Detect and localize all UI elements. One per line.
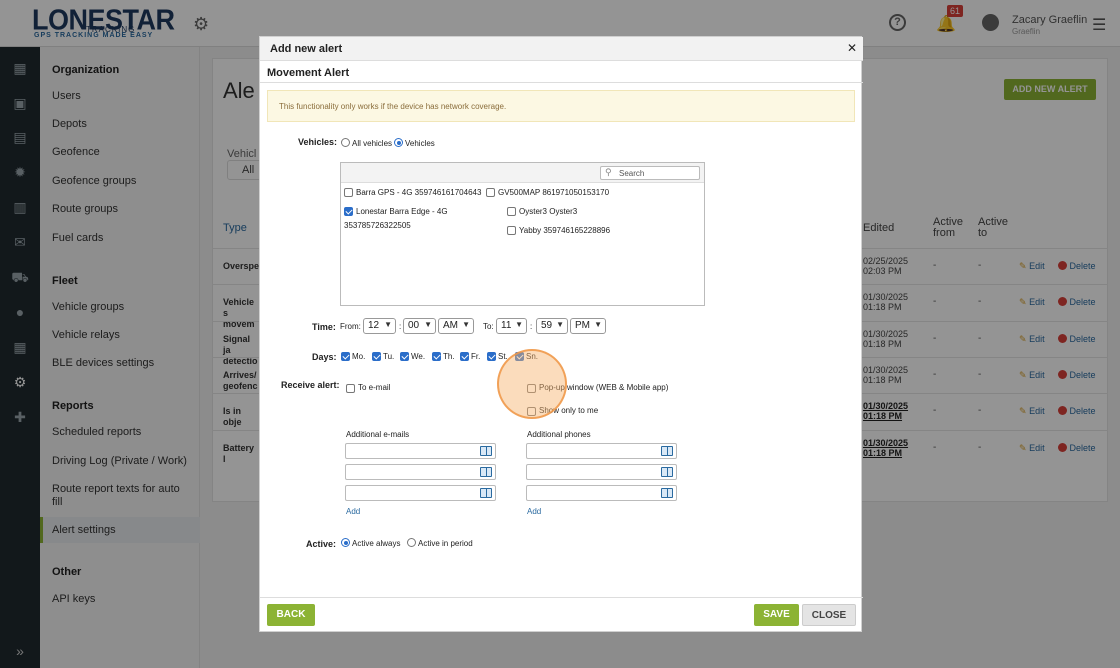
from-hour-select[interactable]: 12 ▼ xyxy=(363,318,396,334)
active-always-label[interactable]: Active always xyxy=(352,539,400,549)
search-placeholder: Search xyxy=(619,169,645,178)
to-minute-value: 59 xyxy=(541,320,553,331)
days-label: Days: xyxy=(312,352,337,362)
vehicle-checkbox-gv500map[interactable] xyxy=(486,188,495,197)
chevron-down-icon: ▼ xyxy=(515,320,523,329)
time-colon: : xyxy=(530,322,533,331)
chevron-down-icon: ▼ xyxy=(462,320,470,329)
day-checkbox-st[interactable] xyxy=(487,352,496,361)
vehicle-checkbox-yabby[interactable] xyxy=(507,226,516,235)
day-label-mo[interactable]: Mo. xyxy=(352,352,365,362)
click-indicator xyxy=(497,349,567,419)
chevron-down-icon: ▼ xyxy=(556,320,564,329)
phone-input-1[interactable] xyxy=(526,443,677,459)
day-label-fr[interactable]: Fr. xyxy=(471,352,480,362)
divider xyxy=(260,82,863,83)
email-input-1[interactable] xyxy=(345,443,496,459)
address-book-icon[interactable] xyxy=(661,467,673,477)
day-checkbox-we[interactable] xyxy=(400,352,409,361)
from-minute-select[interactable]: 00 ▼ xyxy=(403,318,436,334)
vehicle-label-gv500map[interactable]: GV500MAP 861971050153170 xyxy=(498,188,609,198)
receive-alert-label: Receive alert: xyxy=(281,380,340,390)
from-hour-value: 12 xyxy=(368,320,380,331)
vehicles-label: Vehicles: xyxy=(298,137,338,147)
day-checkbox-th[interactable] xyxy=(432,352,441,361)
vehicle-label-lonestar-imei[interactable]: 353785726322505 xyxy=(344,221,411,231)
add-email-link[interactable]: Add xyxy=(346,507,360,516)
add-alert-modal: Add new alert ✕ Movement Alert This func… xyxy=(259,36,863,632)
to-ampm-value: PM xyxy=(575,320,590,331)
search-icon: ⚲ xyxy=(605,167,612,177)
phone-input-3[interactable] xyxy=(526,485,677,501)
footer-divider xyxy=(260,597,863,598)
from-label: From: xyxy=(340,322,361,331)
close-icon[interactable]: ✕ xyxy=(847,41,857,55)
phone-input-2[interactable] xyxy=(526,464,677,480)
to-minute-select[interactable]: 59 ▼ xyxy=(536,318,568,334)
vehicle-label-lonestar-barra-edge[interactable]: Lonestar Barra Edge - 4G xyxy=(356,207,448,217)
to-hour-select[interactable]: 11 ▼ xyxy=(496,318,527,334)
modal-title: Add new alert xyxy=(270,43,343,55)
active-label: Active: xyxy=(306,539,337,549)
additional-phones-label: Additional phones xyxy=(527,430,591,439)
vehicle-label-yabby[interactable]: Yabby 359746165228896 xyxy=(519,226,610,236)
active-in-period-radio[interactable] xyxy=(407,538,416,547)
time-colon: : xyxy=(399,322,402,331)
back-button[interactable]: BACK xyxy=(267,604,315,626)
chevron-down-icon: ▼ xyxy=(384,320,392,329)
notice-text: This functionality only works if the dev… xyxy=(279,102,507,111)
vehicle-checkbox-barra-gps[interactable] xyxy=(344,188,353,197)
day-label-th[interactable]: Th. xyxy=(443,352,455,362)
to-email-label[interactable]: To e-mail xyxy=(358,383,390,393)
day-checkbox-fr[interactable] xyxy=(460,352,469,361)
chevron-down-icon: ▼ xyxy=(424,320,432,329)
day-checkbox-tu[interactable] xyxy=(372,352,381,361)
save-button[interactable]: SAVE xyxy=(754,604,799,626)
vehicle-label-oyster3[interactable]: Oyster3 Oyster3 xyxy=(519,207,577,217)
vehicle-search-bar: ⚲ Search xyxy=(341,163,704,183)
to-label: To: xyxy=(483,322,494,331)
to-email-checkbox[interactable] xyxy=(346,384,355,393)
address-book-icon[interactable] xyxy=(661,446,673,456)
chevron-down-icon: ▼ xyxy=(594,320,602,329)
day-checkbox-mo[interactable] xyxy=(341,352,350,361)
vehicle-search-input[interactable]: ⚲ Search xyxy=(600,166,700,180)
vehicle-list-box: ⚲ Search Barra GPS - 4G 359746161704643 … xyxy=(340,162,705,306)
vehicle-label-barra-gps[interactable]: Barra GPS - 4G 359746161704643 xyxy=(356,188,481,198)
from-ampm-value: AM xyxy=(443,320,458,331)
time-label: Time: xyxy=(312,322,336,332)
coverage-notice: This functionality only works if the dev… xyxy=(267,90,855,122)
from-ampm-select[interactable]: AM ▼ xyxy=(438,318,474,334)
vehicles-radio[interactable] xyxy=(394,138,403,147)
all-vehicles-label[interactable]: All vehicles xyxy=(352,139,392,149)
address-book-icon[interactable] xyxy=(480,446,492,456)
address-book-icon[interactable] xyxy=(480,488,492,498)
active-always-radio[interactable] xyxy=(341,538,350,547)
to-hour-value: 11 xyxy=(501,320,512,331)
day-label-tu[interactable]: Tu. xyxy=(383,352,394,362)
to-ampm-select[interactable]: PM ▼ xyxy=(570,318,606,334)
from-minute-value: 00 xyxy=(408,320,420,331)
vehicles-option-label[interactable]: Vehicles xyxy=(405,139,435,149)
close-button[interactable]: CLOSE xyxy=(802,604,856,626)
email-input-3[interactable] xyxy=(345,485,496,501)
additional-emails-label: Additional e-mails xyxy=(346,430,410,439)
active-in-period-label[interactable]: Active in period xyxy=(418,539,473,549)
modal-header: Add new alert ✕ xyxy=(260,37,863,61)
address-book-icon[interactable] xyxy=(480,467,492,477)
add-phone-link[interactable]: Add xyxy=(527,507,541,516)
all-vehicles-radio[interactable] xyxy=(341,138,350,147)
vehicle-checkbox-oyster3[interactable] xyxy=(507,207,516,216)
email-input-2[interactable] xyxy=(345,464,496,480)
vehicle-checkbox-lonestar-barra-edge[interactable] xyxy=(344,207,353,216)
day-label-we[interactable]: We. xyxy=(411,352,425,362)
address-book-icon[interactable] xyxy=(661,488,673,498)
alert-type-title: Movement Alert xyxy=(267,67,350,79)
